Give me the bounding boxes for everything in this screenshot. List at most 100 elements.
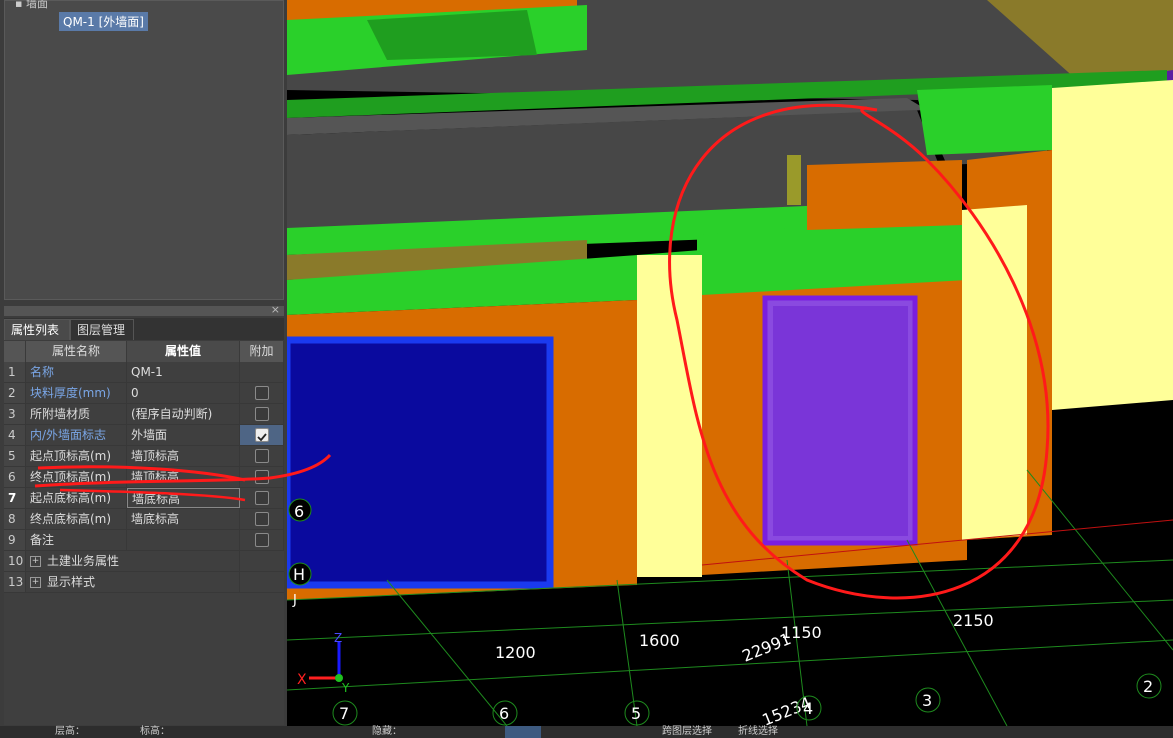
panel-splitter[interactable]: × xyxy=(4,303,284,316)
extra-checkbox[interactable] xyxy=(255,491,269,505)
row-extra xyxy=(240,488,284,508)
check-icon[interactable] xyxy=(255,428,269,442)
row-num: 3 xyxy=(4,404,26,424)
row-num: 6 xyxy=(4,467,26,487)
tree-parent-wall[interactable]: ▪ 墙面 xyxy=(15,0,48,11)
close-icon[interactable]: × xyxy=(271,303,280,316)
table-row[interactable]: 9 备注 xyxy=(4,530,284,551)
extra-checkbox[interactable] xyxy=(255,386,269,400)
row-extra xyxy=(240,425,284,445)
row-name: 备注 xyxy=(26,530,127,550)
row-extra xyxy=(240,509,284,529)
row-num: 7 xyxy=(4,488,26,508)
row-group-name[interactable]: + 土建业务属性 xyxy=(26,551,240,571)
table-row[interactable]: 8 终点底标高(m) 墙底标高 xyxy=(4,509,284,530)
row-name: 内/外墙面标志 xyxy=(26,425,127,445)
axis-label: 6 xyxy=(294,502,304,521)
row-extra xyxy=(240,383,284,403)
axis-label: 4 xyxy=(803,699,813,718)
row-name: 块料厚度(mm) xyxy=(26,383,127,403)
tree-parent-label: 墙面 xyxy=(25,0,48,10)
property-table: 属性名称 属性值 附加 1 名称 QM-1 2 块料厚度(mm) 0 3 所附墙… xyxy=(4,341,284,725)
axis-y-label: Y xyxy=(341,681,350,695)
axis-z-label: Z xyxy=(334,631,342,645)
table-row[interactable]: 10 + 土建业务属性 xyxy=(4,551,284,572)
row-value[interactable]: QM-1 xyxy=(127,362,240,382)
table-row[interactable]: 1 名称 QM-1 xyxy=(4,362,284,383)
row-value[interactable]: 0 xyxy=(127,383,240,403)
axis-x-label: X xyxy=(297,672,307,688)
status-hidden: 隐藏： xyxy=(372,726,402,737)
left-panel: ▪ 墙面 QM-1 [外墙面] × 属性列表 图层管理 属性名称 属性值 附加 … xyxy=(0,0,287,726)
row-num: 2 xyxy=(4,383,26,403)
row-value[interactable]: 墙底标高 xyxy=(127,509,240,529)
row-value[interactable]: (程序自动判断) xyxy=(127,404,240,424)
expand-icon[interactable]: + xyxy=(30,556,41,567)
table-row[interactable]: 3 所附墙材质 (程序自动判断) xyxy=(4,404,284,425)
axis-label: 7 xyxy=(339,704,349,723)
axis-label: 3 xyxy=(922,691,932,710)
status-bar: 层高： 标高： 隐藏： 跨图层选择 折线选择 xyxy=(0,726,1173,738)
row-value[interactable]: 墙顶标高 xyxy=(127,467,240,487)
row-num: 9 xyxy=(4,530,26,550)
axis-label: H xyxy=(293,565,305,584)
table-row[interactable]: 7 起点底标高(m) 墙底标高 xyxy=(4,488,284,509)
row-value-editing[interactable]: 墙底标高 xyxy=(127,488,240,508)
row-extra xyxy=(240,530,284,550)
row-value[interactable]: 墙顶标高 xyxy=(127,446,240,466)
status-elevation: 标高： xyxy=(140,726,170,737)
panel-tabs: 属性列表 图层管理 xyxy=(4,318,284,340)
table-row[interactable]: 13 + 显示样式 xyxy=(4,572,284,593)
axis-label: 5 xyxy=(631,704,641,723)
row-name: 终点底标高(m) xyxy=(26,509,127,529)
3d-viewport[interactable]: 1200 1600 1150 2150 22991 15234 7 6 5 4 … xyxy=(287,0,1173,726)
table-row[interactable]: 2 块料厚度(mm) 0 xyxy=(4,383,284,404)
row-num: 1 xyxy=(4,362,26,382)
table-row[interactable]: 5 起点顶标高(m) 墙顶标高 xyxy=(4,446,284,467)
cross-layer-select[interactable]: 跨图层选择 xyxy=(662,726,712,738)
tab-property-list[interactable]: 属性列表 xyxy=(4,319,70,340)
extra-checkbox[interactable] xyxy=(255,449,269,463)
group-label: 显示样式 xyxy=(47,575,96,589)
row-value[interactable]: 外墙面 xyxy=(127,425,240,445)
extra-checkbox[interactable] xyxy=(255,407,269,421)
row-group-name[interactable]: + 显示样式 xyxy=(26,572,240,592)
row-extra xyxy=(240,467,284,487)
building-3d-scene: 1200 1600 1150 2150 22991 15234 7 6 5 4 … xyxy=(287,0,1173,726)
extra-checkbox[interactable] xyxy=(255,470,269,484)
tab-layer-manager[interactable]: 图层管理 xyxy=(70,319,134,340)
row-name: 终点顶标高(m) xyxy=(26,467,127,487)
row-name: 起点顶标高(m) xyxy=(26,446,127,466)
extra-checkbox[interactable] xyxy=(255,533,269,547)
select-mode-icon[interactable] xyxy=(505,726,541,738)
polyline-select[interactable]: 折线选择 xyxy=(738,726,778,738)
dimension-label: 1200 xyxy=(495,643,536,662)
row-num: 5 xyxy=(4,446,26,466)
axis-label: 6 xyxy=(499,704,509,723)
group-label: 土建业务属性 xyxy=(47,554,120,568)
component-tree: ▪ 墙面 QM-1 [外墙面] xyxy=(4,0,284,300)
status-floor-height: 层高： xyxy=(55,726,85,737)
row-num: 10 xyxy=(4,551,26,571)
header-value: 属性值 xyxy=(127,341,240,362)
header-name: 属性名称 xyxy=(26,341,127,362)
row-value[interactable] xyxy=(127,530,240,550)
dimension-label: 1600 xyxy=(639,631,680,650)
extra-checkbox[interactable] xyxy=(255,512,269,526)
row-name: 起点底标高(m) xyxy=(26,488,127,508)
row-num: 4 xyxy=(4,425,26,445)
row-num: 8 xyxy=(4,509,26,529)
row-num: 13 xyxy=(4,572,26,592)
row-name: 所附墙材质 xyxy=(26,404,127,424)
table-row[interactable]: 4 内/外墙面标志 外墙面 xyxy=(4,425,284,446)
tree-node-qm1[interactable]: QM-1 [外墙面] xyxy=(59,12,148,31)
row-name: 名称 xyxy=(26,362,127,382)
row-extra xyxy=(240,362,284,382)
row-extra xyxy=(240,446,284,466)
header-extra: 附加 xyxy=(240,341,284,362)
row-extra xyxy=(240,404,284,424)
dimension-label: 2150 xyxy=(953,611,994,630)
table-row[interactable]: 6 终点顶标高(m) 墙顶标高 xyxy=(4,467,284,488)
expand-icon[interactable]: + xyxy=(30,577,41,588)
axis-label: 2 xyxy=(1143,677,1153,696)
